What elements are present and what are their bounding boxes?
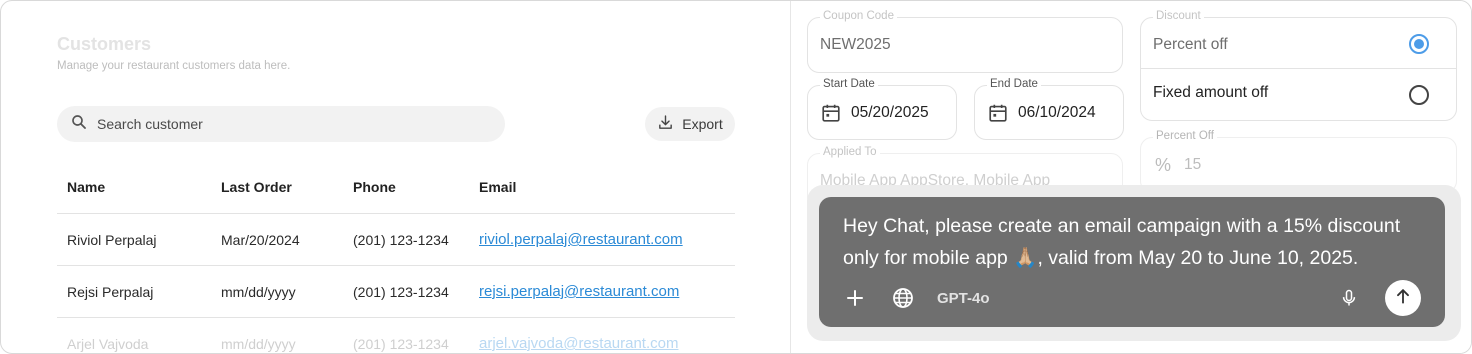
percent-off-value: 15 [1184,156,1202,173]
chat-composer-container: Hey Chat, please create an email campaig… [807,185,1461,341]
chat-message-input[interactable]: Hey Chat, please create an email campaig… [843,210,1428,274]
customer-name: Arjel Vajvoda [67,336,149,352]
customer-last-order: Mar/20/2024 [221,232,300,248]
app-window: Customers Manage your restaurant custome… [0,0,1472,354]
percent-icon: % [1155,155,1172,175]
plus-icon[interactable] [843,286,867,310]
table-header: Name Last Order Phone Email [57,161,735,214]
export-label: Export [682,116,723,132]
send-button[interactable] [1385,280,1421,316]
customer-email-link[interactable]: arjel.vajvoda@restaurant.com [479,335,678,352]
column-header-last-order[interactable]: Last Order [221,179,292,195]
chat-toolbar: GPT-4o [843,285,990,311]
page-title: Customers [57,34,152,54]
start-date-field[interactable]: Start Date 05/20/2025 [807,78,957,140]
column-header-phone[interactable]: Phone [353,179,396,195]
export-button[interactable]: Export [645,107,735,141]
globe-icon[interactable] [891,286,915,310]
customer-phone: (201) 123-1234 [353,336,449,352]
calendar-icon [987,102,1009,129]
discount-option-label: Fixed amount off [1153,84,1269,101]
discount-type-group: Discount Percent off Fixed amount off [1140,10,1457,121]
discount-option-fixed[interactable]: Fixed amount off [1141,70,1456,120]
search-bar[interactable] [57,106,505,142]
start-date-label: Start Date [820,78,878,90]
end-date-field[interactable]: End Date 06/10/2024 [974,78,1124,140]
arrow-up-icon [1393,286,1413,311]
table-row[interactable]: Arjel Vajvoda mm/dd/yyyy (201) 123-1234 … [57,318,735,353]
discount-option-label: Percent off [1153,36,1228,53]
percent-off-label: Percent Off [1153,130,1217,142]
coupon-code-value: NEW2025 [820,36,891,53]
applied-to-label: Applied To [820,146,880,158]
table-row[interactable]: Rejsi Perpalaj mm/dd/yyyy (201) 123-1234… [57,266,735,318]
calendar-icon [820,102,842,129]
customer-phone: (201) 123-1234 [353,232,449,248]
end-date-label: End Date [987,78,1041,90]
radio-unselected[interactable] [1409,85,1429,105]
customers-table: Name Last Order Phone Email Riviol Perpa… [57,161,735,353]
model-selector[interactable]: GPT-4o [937,290,990,307]
coupon-code-label: Coupon Code [820,10,897,22]
coupon-panel: Coupon Code NEW2025 Discount Percent off… [792,1,1471,353]
coupon-code-field[interactable]: Coupon Code NEW2025 [807,10,1123,73]
customer-email-link[interactable]: riviol.perpalaj@restaurant.com [479,231,683,248]
customer-last-order: mm/dd/yyyy [221,284,296,300]
customer-email-link[interactable]: rejsi.perpalaj@restaurant.com [479,283,679,300]
search-icon [70,113,88,136]
chat-composer[interactable]: Hey Chat, please create an email campaig… [819,197,1445,327]
radio-selected[interactable] [1409,34,1429,54]
customer-phone: (201) 123-1234 [353,284,449,300]
customer-last-order: mm/dd/yyyy [221,336,296,352]
column-header-name[interactable]: Name [67,179,105,195]
end-date-value: 06/10/2024 [1018,104,1096,121]
microphone-icon[interactable] [1339,287,1359,314]
customer-name: Rejsi Perpalaj [67,284,154,300]
search-input[interactable] [97,116,477,132]
table-row[interactable]: Riviol Perpalaj Mar/20/2024 (201) 123-12… [57,214,735,266]
customer-name: Riviol Perpalaj [67,232,157,248]
page-subtitle: Manage your restaurant customers data he… [57,60,291,72]
download-icon [657,114,674,134]
customers-panel: Customers Manage your restaurant custome… [1,1,791,353]
column-header-email[interactable]: Email [479,179,516,195]
discount-option-percent[interactable]: Percent off [1141,18,1456,69]
start-date-value: 05/20/2025 [851,104,929,121]
